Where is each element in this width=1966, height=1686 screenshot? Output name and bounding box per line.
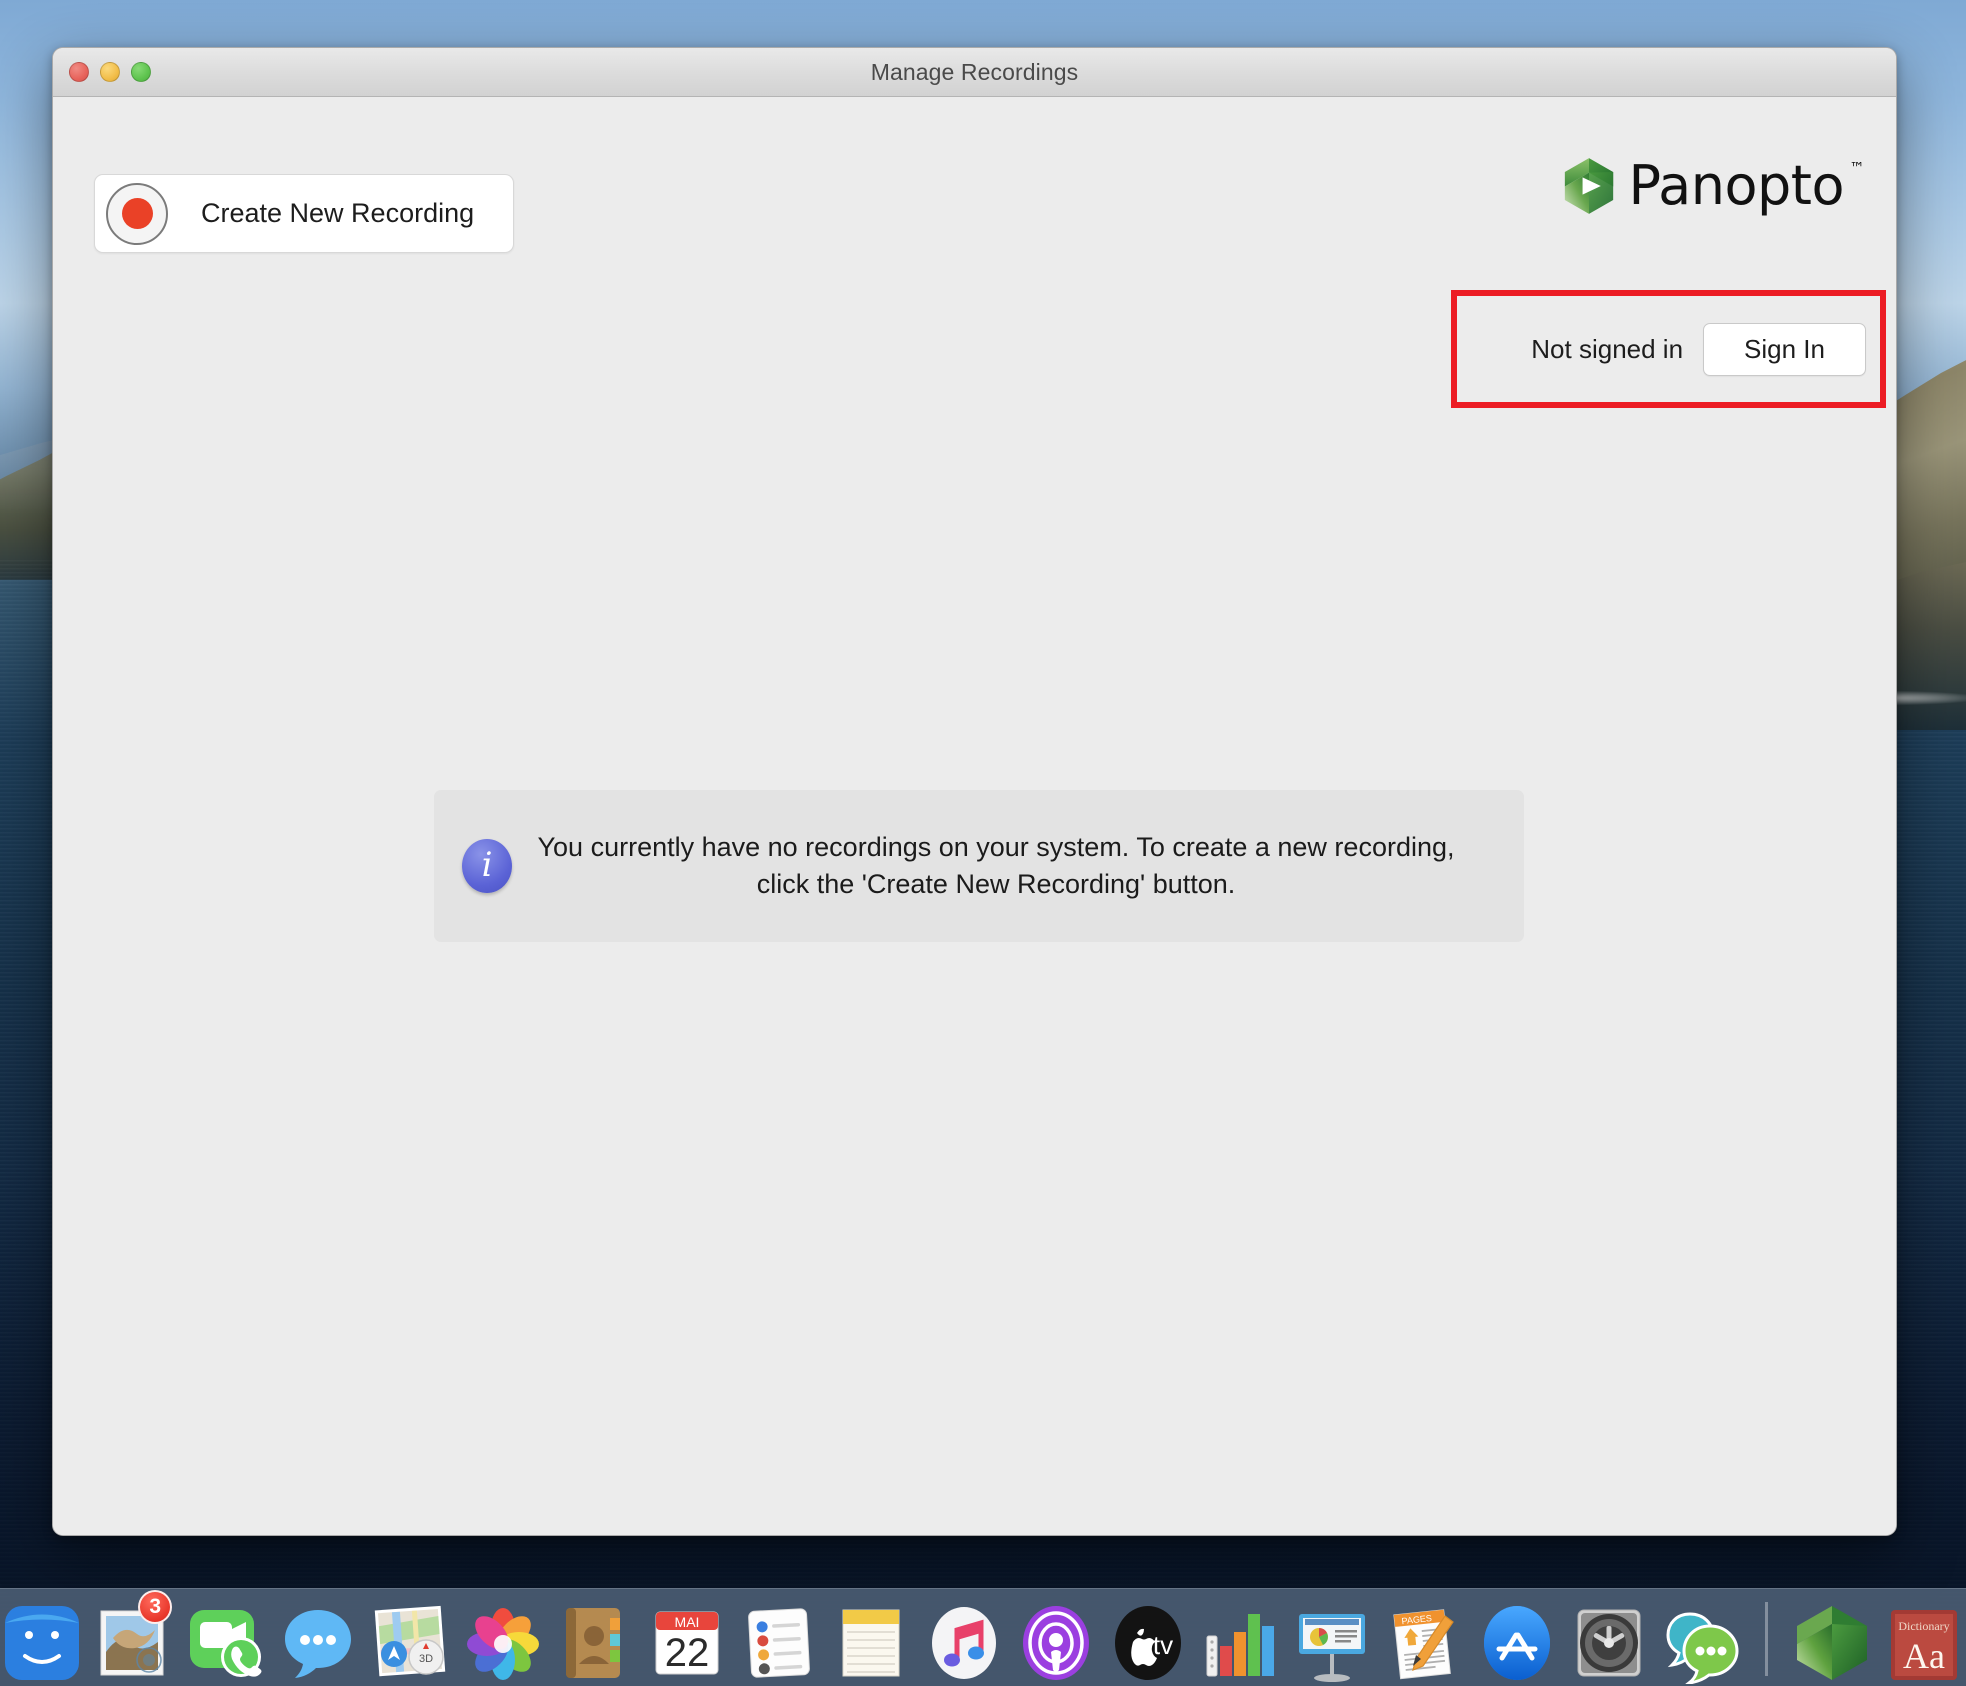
dock-item-messages[interactable] [276,1592,360,1684]
window-titlebar[interactable]: Manage Recordings [53,48,1896,97]
dock-item-appstore[interactable] [1474,1592,1558,1684]
dock-item-system-preferences[interactable] [1567,1592,1651,1684]
panopto-wordmark: Panopto ™ [1629,159,1865,213]
dock-item-dictionary[interactable]: Dictionary Aa [1882,1592,1966,1684]
dock-item-keynote[interactable] [1290,1592,1374,1684]
panopto-wordmark-text: Panopto [1628,154,1845,217]
dock-item-facetime[interactable] [184,1592,268,1684]
dock-separator [1764,1602,1768,1676]
dock-item-whatsapp[interactable] [1659,1592,1743,1684]
dock-item-appletv[interactable]: tv [1106,1592,1190,1684]
dock-item-panopto[interactable] [1790,1592,1874,1684]
no-recordings-message-line1: You currently have no recordings on your… [537,832,1455,863]
record-dot-icon [106,182,168,245]
pages-icon: PAGES [1393,1609,1455,1680]
notes-icon [842,1609,900,1677]
dictionary-caption: Dictionary [1898,1619,1949,1633]
music-note-icon [931,1607,996,1679]
dock-item-finder[interactable] [0,1592,84,1684]
zoom-button[interactable] [131,62,151,82]
close-button[interactable] [69,62,89,82]
info-icon-glyph: i [481,845,493,885]
panopto-logo: Panopto ™ [1562,157,1865,215]
keynote-icon [1299,1614,1366,1682]
dictionary-icon: Dictionary Aa [1891,1610,1957,1680]
dictionary-label: Aa [1903,1636,1945,1676]
dock-item-reminders[interactable] [737,1592,821,1684]
dock: 3 3D MAI 22 tv PAGES Dictionary Aa [0,1588,1966,1686]
panopto-hexagon-icon [1796,1606,1867,1680]
dock-item-maps[interactable]: 3D [369,1592,453,1684]
facetime-icon [190,1610,262,1677]
photos-pinwheel-icon [466,1608,539,1680]
apple-tv-icon: tv [1114,1606,1181,1680]
sign-in-highlight-annotation [1451,290,1886,408]
dock-item-numbers[interactable] [1198,1592,1282,1684]
dock-item-podcasts[interactable] [1014,1592,1098,1684]
no-recordings-banner: i You currently have no recordings on yo… [434,790,1524,942]
calendar-icon: MAI 22 [655,1611,719,1675]
panopto-trademark: ™ [1849,159,1865,177]
create-new-recording-label: Create New Recording [201,198,475,228]
mail-unread-badge: 3 [138,1590,173,1624]
numbers-bars-icon [1206,1614,1275,1677]
contacts-book-icon [565,1608,620,1678]
gear-icon [1577,1609,1641,1677]
traffic-light-buttons [69,62,151,82]
podcasts-icon [1022,1606,1089,1680]
dock-item-mail[interactable]: 3 [92,1590,176,1684]
window-content: Create New Recording Panopto ™ Not signe… [53,97,1896,1535]
minimize-button[interactable] [100,62,120,82]
app-store-icon [1483,1606,1550,1680]
no-recordings-message-line2: click the 'Create New Recording' button. [756,869,1236,899]
dock-item-music[interactable] [921,1592,1005,1684]
create-new-recording-button[interactable]: Create New Recording [94,174,514,253]
panopto-hexagon-play-icon [1564,158,1613,214]
no-recordings-message: You currently have no recordings on your… [512,829,1524,902]
messages-bubble-icon [285,1610,352,1678]
maps-icon: 3D [374,1605,445,1677]
dock-item-photos[interactable] [461,1592,545,1684]
manage-recordings-window: Manage Recordings Create New Recording P… [52,47,1897,1536]
calendar-month-label: MAI [675,1614,700,1630]
svg-text:3D: 3D [419,1653,433,1665]
calendar-day-label: 22 [665,1631,710,1675]
apple-tv-label: tv [1153,1630,1173,1660]
dock-item-calendar[interactable]: MAI 22 [645,1592,729,1684]
green-chat-bubble-icon [1666,1612,1739,1684]
dock-item-contacts[interactable] [553,1592,637,1684]
reminders-icon [748,1608,811,1678]
finder-icon [5,1606,79,1680]
dock-item-notes[interactable] [829,1592,913,1684]
dock-item-pages[interactable]: PAGES [1382,1592,1466,1684]
info-icon: i [462,839,512,893]
window-title: Manage Recordings [870,58,1079,85]
